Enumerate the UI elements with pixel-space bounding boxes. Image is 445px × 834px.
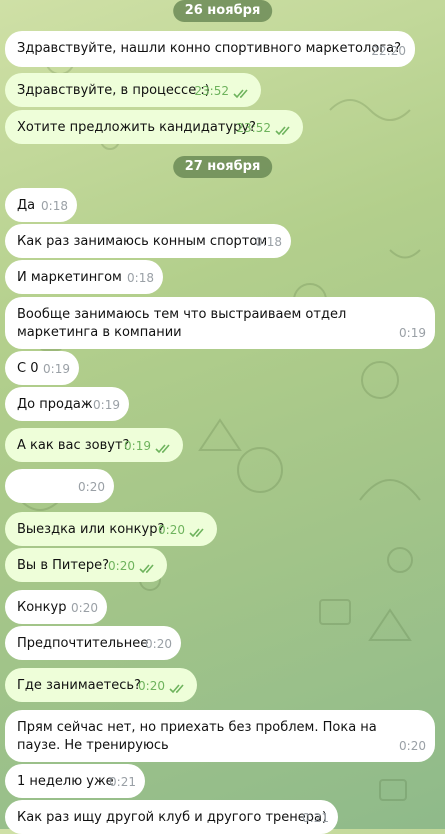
message-incoming[interactable]: С 0 0:19 <box>5 351 79 385</box>
double-check-icon <box>155 444 170 454</box>
message-text: Да <box>17 198 36 213</box>
message-text: И маркетингом <box>17 270 122 285</box>
message-text: Выездка или конкур? <box>17 522 165 537</box>
message-time: 0:20 <box>399 739 426 753</box>
message-time: 0:20 <box>158 523 185 537</box>
chat-history[interactable]: 26 ноября Здравствуйте, нашли конно спор… <box>0 0 445 834</box>
message-incoming[interactable]: Прям сейчас нет, но приехать без проблем… <box>5 710 435 762</box>
message-text: Конкур <box>17 600 67 615</box>
message-incoming[interactable]: 0:20 <box>5 469 114 503</box>
message-text: Вообще занимаюсь тем что выстраиваем отд… <box>17 307 347 340</box>
message-incoming[interactable]: Как раз занимаюсь конным спортом 0:18 <box>5 224 291 258</box>
message-time: 23:52 <box>194 84 229 98</box>
message-time: 0:19 <box>93 398 120 412</box>
message-time: 0:20 <box>78 480 105 494</box>
message-time: 0:19 <box>124 439 151 453</box>
message-incoming[interactable]: До продаж 0:19 <box>5 387 129 421</box>
message-text: Предпочтительнее <box>17 636 149 651</box>
date-separator: 26 ноября <box>172 0 273 22</box>
message-text: А как вас зовут? <box>17 438 130 453</box>
message-time: 0:20 <box>138 679 165 693</box>
message-incoming[interactable]: Да 0:18 <box>5 188 77 222</box>
message-outgoing[interactable]: Здравствуйте, в процессе :) 23:52 <box>5 73 261 107</box>
message-text: Как раз ищу другой клуб и другого тренер… <box>17 810 328 825</box>
message-time: 0:21 <box>302 811 329 825</box>
double-check-icon <box>169 684 184 694</box>
message-text: Прям сейчас нет, но приехать без проблем… <box>17 720 377 753</box>
message-time: 0:18 <box>41 199 68 213</box>
message-time: 0:18 <box>255 235 282 249</box>
message-time: 0:21 <box>109 775 136 789</box>
message-time: 0:19 <box>43 362 70 376</box>
double-check-icon <box>233 89 248 99</box>
message-incoming[interactable]: 1 неделю уже 0:21 <box>5 764 145 798</box>
message-text: Как раз занимаюсь конным спортом <box>17 234 268 249</box>
date-separator: 27 ноября <box>172 156 273 178</box>
message-text: 1 неделю уже <box>17 774 114 789</box>
message-outgoing[interactable]: Вы в Питере? 0:20 <box>5 548 167 582</box>
message-time: 22:20 <box>371 44 406 58</box>
message-text: Хотите предложить кандидатуру? <box>17 120 256 135</box>
double-check-icon <box>275 126 290 136</box>
double-check-icon <box>139 564 154 574</box>
message-text: С 0 <box>17 361 39 376</box>
message-incoming[interactable]: Предпочтительнее 0:20 <box>5 626 181 660</box>
message-text: Где занимаетесь? <box>17 678 141 693</box>
message-time: 0:20 <box>145 637 172 651</box>
message-incoming[interactable]: Здравствуйте, нашли конно спортивного ма… <box>5 31 415 67</box>
message-text: Здравствуйте, в процессе :) <box>17 83 210 98</box>
message-time: 23:52 <box>236 121 271 135</box>
message-incoming[interactable]: И маркетингом 0:18 <box>5 260 163 294</box>
message-time: 0:18 <box>127 271 154 285</box>
message-text: Здравствуйте, нашли конно спортивного ма… <box>17 41 401 56</box>
message-outgoing[interactable]: Где занимаетесь? 0:20 <box>5 668 197 702</box>
message-time: 0:20 <box>71 601 98 615</box>
message-outgoing[interactable]: Выездка или конкур? 0:20 <box>5 512 217 546</box>
message-text: До продаж <box>17 397 93 412</box>
message-text: Вы в Питере? <box>17 558 110 573</box>
double-check-icon <box>189 528 204 538</box>
message-outgoing[interactable]: А как вас зовут? 0:19 <box>5 428 183 462</box>
message-incoming[interactable]: Конкур 0:20 <box>5 590 107 624</box>
message-time: 0:20 <box>108 559 135 573</box>
message-outgoing[interactable]: Хотите предложить кандидатуру? 23:52 <box>5 110 303 144</box>
message-incoming[interactable]: Вообще занимаюсь тем что выстраиваем отд… <box>5 297 435 349</box>
message-time: 0:19 <box>399 326 426 340</box>
